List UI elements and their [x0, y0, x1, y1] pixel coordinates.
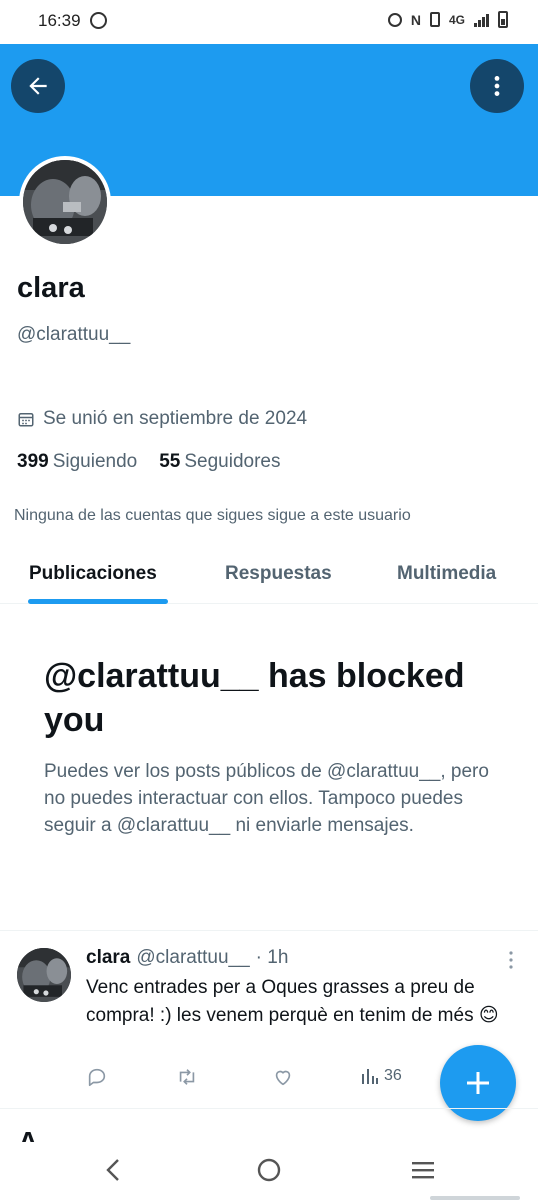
- reply-button[interactable]: [86, 1066, 108, 1088]
- vibrate-icon: [429, 12, 440, 27]
- follow-stats: 399 Siguiendo 55 Seguidores: [17, 451, 281, 473]
- profile-handle: @clarattuu__: [17, 324, 131, 345]
- post-author-avatar[interactable]: [17, 948, 71, 1002]
- repost-icon: [179, 1069, 195, 1085]
- network-type: 4G: [448, 12, 465, 27]
- heart-icon: [275, 1070, 291, 1086]
- views-bar-chart-icon: [362, 1069, 378, 1084]
- following-link[interactable]: 399 Siguiendo: [17, 451, 137, 473]
- tab-publicaciones[interactable]: Publicaciones: [29, 563, 157, 585]
- signal-icon: [474, 13, 489, 27]
- repost-button[interactable]: [176, 1066, 198, 1088]
- gesture-handle: [430, 1196, 520, 1200]
- post-author-handle[interactable]: @clarattuu__: [136, 947, 249, 969]
- active-tab-indicator: [28, 599, 168, 604]
- home-circle-icon: [257, 1158, 281, 1182]
- reply-icon: [88, 1068, 106, 1087]
- nav-recents-button[interactable]: [409, 1156, 437, 1189]
- arrow-left-icon: [29, 77, 47, 95]
- followers-count: 55: [159, 451, 181, 472]
- blocked-description: Puedes ver los posts públicos de @clarat…: [44, 761, 489, 836]
- avatar-image: [23, 160, 107, 244]
- status-icons: N 4G: [387, 11, 508, 28]
- profile-tabs: Publicaciones Respuestas Multimedia: [0, 546, 538, 604]
- post-text: Venc entrades per a Oques grasses a preu…: [86, 977, 499, 1026]
- more-vertical-icon: [494, 76, 500, 96]
- system-nav-bar: [0, 1142, 538, 1200]
- whatsapp-icon: [90, 12, 107, 29]
- profile-name: clara: [17, 272, 85, 304]
- profile-avatar[interactable]: [19, 156, 111, 248]
- nfc-icon: N: [410, 11, 421, 28]
- status-bar: 16:39 N 4G: [0, 0, 538, 44]
- nav-back-button[interactable]: [100, 1156, 128, 1189]
- views-button[interactable]: 36: [360, 1066, 402, 1086]
- tab-respuestas[interactable]: Respuestas: [225, 563, 332, 585]
- recents-icon: [412, 1162, 434, 1179]
- calendar-icon: [18, 413, 34, 427]
- chevron-left-icon: [106, 1159, 119, 1181]
- following-count: 399: [17, 451, 49, 472]
- followers-label: Seguidores: [184, 451, 281, 472]
- post-actions: 36: [86, 1066, 416, 1092]
- more-vertical-icon: [509, 951, 513, 969]
- divider: [0, 1108, 538, 1109]
- join-date: Se unió en septiembre de 2024: [17, 408, 307, 430]
- nav-home-button[interactable]: [255, 1156, 283, 1189]
- blocked-title: @clarattuu__ has blocked you: [44, 657, 465, 739]
- post-header: clara @clarattuu__ · 1h: [86, 947, 288, 969]
- plus-icon: [467, 1072, 489, 1094]
- post-time: · 1h: [255, 947, 289, 968]
- tab-multimedia[interactable]: Multimedia: [397, 563, 496, 585]
- post-author-name[interactable]: clara: [86, 947, 130, 969]
- like-button[interactable]: [272, 1066, 294, 1088]
- post-more-button[interactable]: [503, 950, 519, 975]
- divider: [0, 930, 538, 931]
- next-section-heading: A: [18, 1128, 38, 1142]
- join-date-text: Se unió en septiembre de 2024: [43, 408, 308, 429]
- status-time: 16:39: [38, 11, 81, 30]
- back-button[interactable]: [11, 59, 65, 113]
- compose-post-button[interactable]: [440, 1045, 516, 1121]
- followers-link[interactable]: 55 Seguidores: [159, 451, 280, 473]
- views-count: 36: [384, 1067, 402, 1084]
- alarm-icon: [387, 12, 402, 27]
- followed-by-note: Ninguna de las cuentas que sigues sigue …: [14, 507, 411, 524]
- following-label: Siguiendo: [52, 451, 138, 472]
- more-options-button[interactable]: [470, 59, 524, 113]
- battery-icon: [498, 11, 508, 28]
